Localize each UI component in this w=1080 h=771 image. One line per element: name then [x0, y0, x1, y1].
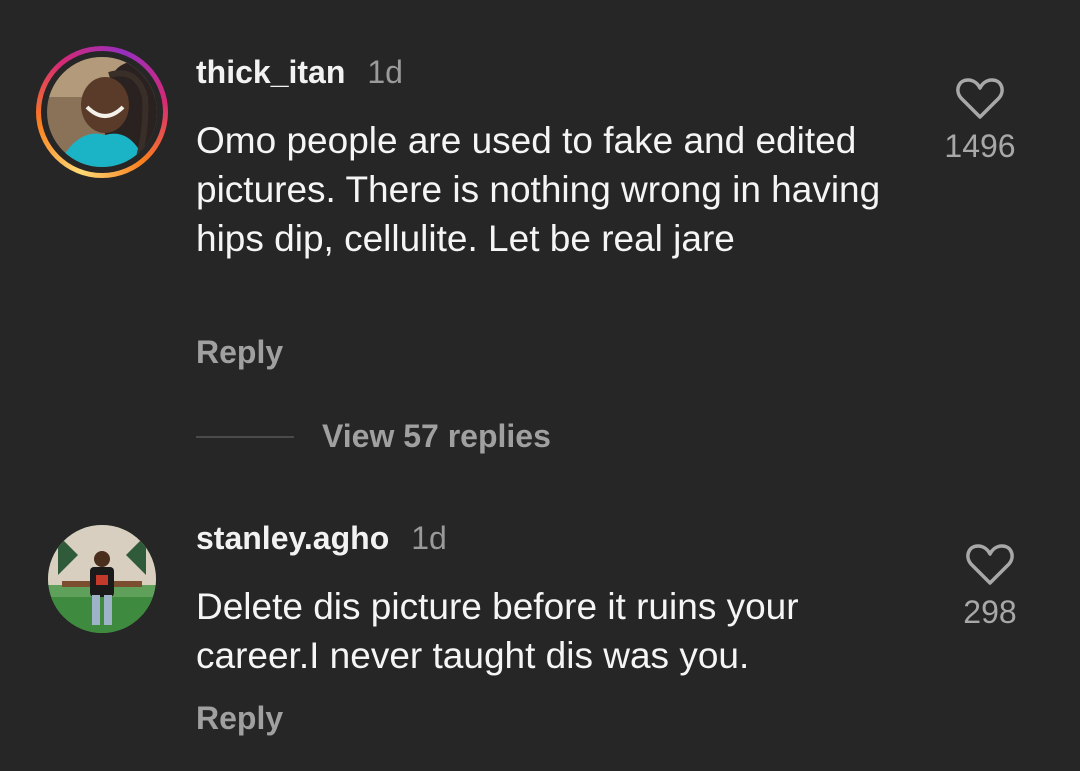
heart-outline-icon[interactable] — [956, 76, 1004, 120]
avatar[interactable] — [48, 525, 156, 633]
like-button[interactable]: 298 — [930, 542, 1050, 631]
replies-divider — [196, 435, 294, 438]
like-count: 298 — [963, 594, 1017, 630]
like-count: 1496 — [944, 128, 1016, 164]
heart-outline-icon[interactable] — [966, 542, 1014, 586]
username[interactable]: stanley.agho — [196, 520, 389, 557]
view-replies-label[interactable]: View 57 replies — [322, 418, 551, 455]
story-ring[interactable] — [36, 46, 168, 178]
view-replies-button[interactable]: View 57 replies — [196, 418, 551, 455]
comment-text: Delete dis picture before it ruins your … — [196, 586, 799, 676]
avatar[interactable] — [47, 57, 157, 167]
comment-age: 1d — [367, 54, 403, 90]
username[interactable]: thick_itan — [196, 54, 345, 91]
reply-button[interactable]: Reply — [196, 334, 283, 371]
like-button[interactable]: 1496 — [920, 76, 1040, 165]
reply-button[interactable]: Reply — [196, 700, 283, 737]
comment-text: Omo people are used to fake and edited p… — [196, 120, 881, 259]
comment-age: 1d — [411, 520, 447, 556]
